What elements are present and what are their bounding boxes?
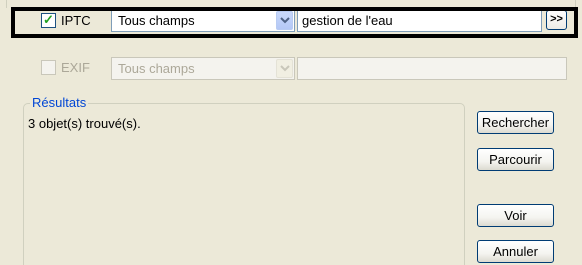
exif-checkbox-label: EXIF xyxy=(61,60,90,75)
search-button[interactable]: Rechercher xyxy=(477,111,554,134)
browse-button[interactable]: Parcourir xyxy=(477,148,554,171)
results-group-title: Résultats xyxy=(30,95,89,111)
exif-field-combo[interactable]: Tous champs xyxy=(111,57,295,80)
exif-search-input[interactable] xyxy=(297,57,567,80)
exif-checkbox[interactable] xyxy=(41,60,56,75)
view-button[interactable]: Voir xyxy=(477,204,554,227)
search-dialog: ✓ IPTC Tous champs gestion de l'eau >> E… xyxy=(0,0,582,265)
results-status-text: 3 objet(s) trouvé(s). xyxy=(28,116,141,131)
exif-field-combo-value: Tous champs xyxy=(118,61,195,76)
highlight-rectangle xyxy=(11,7,578,38)
cancel-button[interactable]: Annuler xyxy=(477,240,554,263)
chevron-down-icon[interactable] xyxy=(276,59,293,78)
